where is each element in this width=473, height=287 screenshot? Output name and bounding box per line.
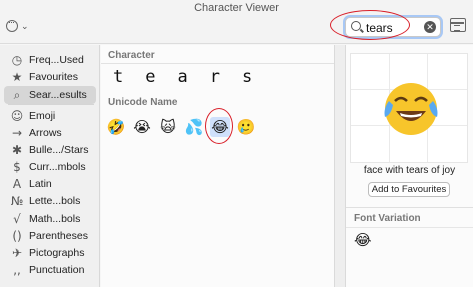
sidebar-item-punctuation[interactable]: ‚, Punctuation <box>4 261 96 279</box>
sidebar-item-dollar[interactable]: $ Curr...mbols <box>4 158 96 176</box>
smiley-icon: ☺ <box>10 109 24 123</box>
clock-icon: ◷ <box>11 53 23 67</box>
loudly-crying-face-emoji[interactable]: 😭 <box>132 117 152 137</box>
math-icon: √ <box>13 212 21 226</box>
sidebar-item-label: Bulle.../Stars <box>29 144 89 156</box>
sidebar-item-parentheses[interactable]: () Parentheses <box>4 227 96 245</box>
character-cell[interactable]: s <box>242 67 252 87</box>
character-results: tears <box>113 67 252 87</box>
sidebar-item-label: Arrows <box>29 127 62 139</box>
sidebar-item-latin-letter[interactable]: A Latin <box>4 175 96 193</box>
arrow-icon: → <box>11 126 23 140</box>
sidebar-item-clock[interactable]: ◷ Freq...Used <box>4 51 96 69</box>
latin-letter-icon: A <box>12 177 22 191</box>
sidebar-item-smiley[interactable]: ☺ Emoji <box>4 107 96 125</box>
header-divider <box>101 63 334 64</box>
search-icon <box>351 21 361 31</box>
unicode-name-header: Unicode Name <box>108 97 178 108</box>
sidebar-item-label: Favourites <box>29 71 79 83</box>
sidebar-item-label: Punctuation <box>29 264 85 276</box>
font-variation-divider <box>346 227 473 228</box>
emoji-results: 🤣 😭 🙀 💦 😂 🥲 <box>106 117 256 137</box>
star-icon: ★ <box>11 70 23 84</box>
sidebar-item-label: Emoji <box>29 110 56 122</box>
character-viewer-window: Character Viewer ⌄ ✕ ◷ Freq...Used ★ Favour… <box>0 0 473 287</box>
sidebar-item-label: Lette...bols <box>29 195 81 207</box>
sidebar-item-math[interactable]: √ Math...bols <box>4 210 96 228</box>
dollar-icon: $ <box>13 160 21 174</box>
sweat-droplets-emoji[interactable]: 💦 <box>184 117 204 137</box>
character-name: face with tears of joy <box>363 165 456 176</box>
character-cell[interactable]: t <box>113 67 123 87</box>
sidebar-item-pictograph[interactable]: ✈ Pictographs <box>4 244 96 262</box>
sidebar-item-label: Math...bols <box>29 213 81 225</box>
sidebar-divider <box>8 104 94 105</box>
search-field[interactable]: ✕ <box>345 17 441 37</box>
detail-panel: face with tears of joy Add to Favourites… <box>346 45 473 287</box>
chevron-down-icon: ⌄ <box>21 20 29 31</box>
sidebar-toggle-icon[interactable] <box>450 18 466 32</box>
sidebar-item-star[interactable]: ★ Favourites <box>4 68 96 86</box>
parentheses-icon: () <box>12 229 22 243</box>
sidebar-item-search[interactable]: ⌕ Sear...esults <box>4 86 96 104</box>
detail-divider <box>346 207 473 208</box>
window-title: Character Viewer <box>194 2 279 14</box>
punctuation-icon: ‚, <box>13 263 21 277</box>
toolbar: Character Viewer ⌄ ✕ <box>0 0 473 44</box>
sidebar-item-asterisk[interactable]: ✱ Bulle.../Stars <box>4 141 96 159</box>
face-holding-back-tears-emoji[interactable]: 🥲 <box>236 117 256 137</box>
search-input[interactable] <box>366 20 424 35</box>
weary-cat-emoji[interactable]: 🙀 <box>158 117 178 137</box>
sidebar: ◷ Freq...Used ★ Favourites ⌕ Sear...esults ☺ Em… <box>0 45 100 287</box>
character-preview <box>350 53 468 163</box>
action-menu-button[interactable]: ⌄ <box>6 17 36 34</box>
character-cell[interactable]: e <box>145 67 155 87</box>
search-icon: ⌕ <box>13 87 21 102</box>
pane-divider[interactable] <box>334 45 346 287</box>
clear-search-icon[interactable]: ✕ <box>424 21 436 33</box>
sidebar-item-label: Parentheses <box>29 230 88 242</box>
asterisk-icon: ✱ <box>11 143 23 157</box>
sidebar-item-label: Latin <box>29 178 52 190</box>
font-variation-header: Font Variation <box>354 213 421 224</box>
results-panel: Character t e a r s Unicode Name 🤣 😭 🙀 💦 😂 🥲 <box>101 45 334 287</box>
add-to-favourites-button[interactable]: Add to Favourites <box>368 182 450 197</box>
sidebar-item-arrow[interactable]: → Arrows <box>4 124 96 142</box>
sidebar-item-label: Sear...esults <box>29 89 87 101</box>
rolling-on-the-floor-laughing-emoji[interactable]: 🤣 <box>106 117 126 137</box>
sidebar-item-label: Curr...mbols <box>29 161 86 173</box>
numero-icon: № <box>10 194 24 208</box>
tears-of-joy-emoji-large <box>384 83 438 135</box>
face-with-tears-of-joy-emoji[interactable]: 😂 <box>210 117 230 137</box>
font-variation-glyph[interactable]: 😂 <box>354 231 372 249</box>
sidebar-item-label: Freq...Used <box>29 54 84 66</box>
sidebar-item-numero[interactable]: № Lette...bols <box>4 192 96 210</box>
sidebar-item-label: Pictographs <box>29 247 85 259</box>
pictograph-icon: ✈ <box>11 246 23 260</box>
ellipsis-icon <box>6 17 18 32</box>
character-cell[interactable]: a <box>178 67 188 87</box>
character-header: Character <box>108 50 155 61</box>
character-cell[interactable]: r <box>210 67 220 87</box>
